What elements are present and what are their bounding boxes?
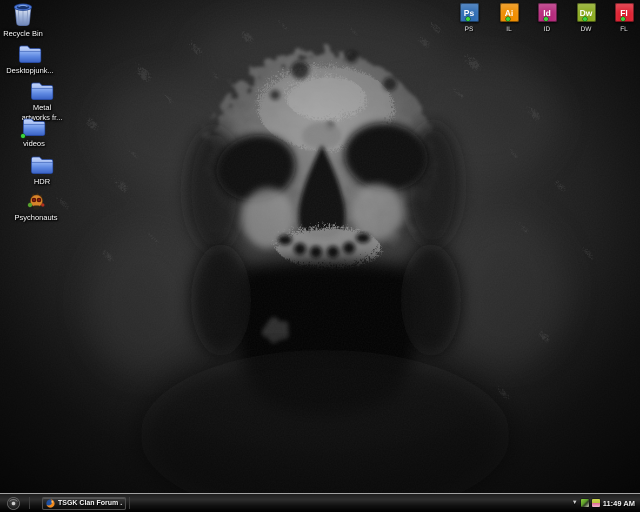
start-button[interactable] <box>7 497 20 510</box>
green-dot-overlay-icon <box>466 17 470 21</box>
tray-app-icon[interactable] <box>592 499 600 507</box>
folder-icon <box>22 112 46 137</box>
task-button-label: TSGK Clan Forum ... <box>58 500 122 507</box>
icon-label: videos <box>23 139 45 148</box>
taskbar-divider <box>129 497 130 509</box>
green-dot-overlay-icon <box>21 134 25 138</box>
icon-label: Recycle Bin <box>3 29 43 38</box>
psychonauts-icon <box>27 186 46 211</box>
firefox-icon <box>46 499 55 508</box>
shortcut-label: DW <box>581 26 592 33</box>
tray-messenger-icon[interactable] <box>581 499 589 507</box>
desktop-icon-videos[interactable]: videos <box>2 112 66 148</box>
system-tray: ▼ 11:49 AM <box>572 499 640 508</box>
taskbar: TSGK Clan Forum ... ▼ 11:49 AM <box>0 493 640 512</box>
desktop-icon-recycle-bin[interactable]: Recycle Bin <box>0 2 55 38</box>
green-dot-overlay-icon <box>621 17 625 21</box>
shortcut-indesign[interactable]: Id ID <box>536 3 558 33</box>
shortcut-photoshop[interactable]: Ps PS <box>458 3 480 33</box>
desktop-icon-psychonauts[interactable]: Psychonauts <box>4 186 68 222</box>
icon-label: HDR <box>34 177 50 186</box>
shortcut-flash[interactable]: Fl FL <box>613 3 635 33</box>
taskbar-divider <box>29 497 30 509</box>
folder-icon <box>30 150 54 175</box>
green-dot-overlay-icon <box>544 17 548 21</box>
folder-icon <box>18 39 42 64</box>
shortcut-label: IL <box>506 26 511 33</box>
folder-icon <box>30 76 54 101</box>
hide-tray-icons-chevron-icon[interactable]: ▼ <box>572 500 578 506</box>
green-dot-overlay-icon <box>506 17 510 21</box>
desktop[interactable]: Recycle Bin Desktopjunk... Metal artwork… <box>0 0 640 512</box>
green-dot-overlay-icon <box>583 17 587 21</box>
shortcut-label: ID <box>544 26 551 33</box>
icon-label: Metal <box>33 103 51 112</box>
wallpaper-skull-image <box>0 0 640 512</box>
desktop-icon-desktopjunk[interactable]: Desktopjunk... <box>0 39 62 75</box>
desktop-icon-hdr[interactable]: HDR <box>10 150 74 186</box>
task-button-tsgk-clan-forum[interactable]: TSGK Clan Forum ... <box>42 497 126 510</box>
shortcut-dreamweaver[interactable]: Dw DW <box>575 3 597 33</box>
icon-label: Desktopjunk... <box>6 66 54 75</box>
recycle-bin-icon <box>12 2 34 27</box>
taskbar-clock[interactable]: 11:49 AM <box>603 499 635 508</box>
shortcut-illustrator[interactable]: Ai IL <box>498 3 520 33</box>
shortcut-label: PS <box>465 26 474 33</box>
icon-label: Psychonauts <box>15 213 58 222</box>
shortcut-label: FL <box>620 26 628 33</box>
